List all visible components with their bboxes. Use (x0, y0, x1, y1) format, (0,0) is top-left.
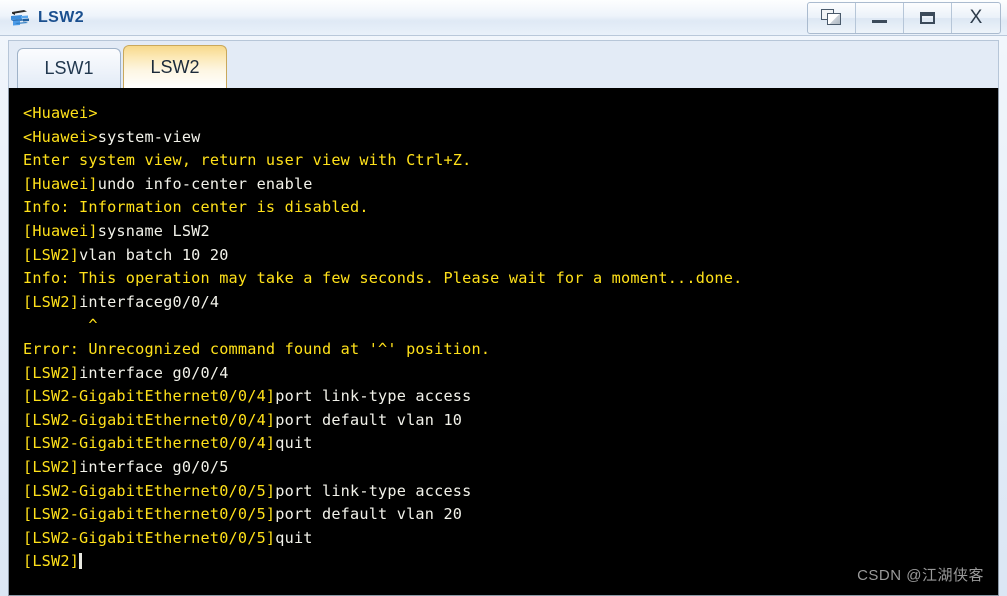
terminal-line: [LSW2-GigabitEthernet0/0/4]port link-typ… (23, 385, 998, 409)
cascade-windows-button[interactable] (808, 2, 856, 33)
terminal-text-prompt: [LSW2-GigabitEthernet0/0/5] (23, 505, 276, 524)
terminal-text-cmd: sysname LSW2 (97, 221, 210, 240)
terminal-line: [LSW2-GigabitEthernet0/0/5]quit (23, 527, 998, 551)
close-button[interactable]: X (952, 3, 1000, 33)
terminal-text-prompt: [LSW2] (23, 245, 80, 264)
terminal-text-prompt: [LSW2] (23, 363, 80, 382)
terminal-text-prompt: [Huawei] (23, 221, 98, 240)
terminal-line: [LSW2]vlan batch 10 20 (23, 244, 998, 268)
terminal-frame: <Huawei> <Huawei>system-view Enter system … (8, 88, 999, 596)
window-controls: X (807, 1, 1001, 34)
terminal-text-prompt: <Huawei> (23, 127, 98, 146)
terminal-text-cmd: quit (275, 528, 313, 547)
switch-icon (11, 9, 29, 25)
minimize-button[interactable] (856, 2, 904, 33)
terminal-text-prompt: [LSW2-GigabitEthernet0/0/5] (23, 528, 276, 547)
terminal-output[interactable]: <Huawei> <Huawei>system-view Enter system … (9, 88, 998, 595)
terminal-line: ^ (23, 314, 998, 338)
terminal-line: <Huawei> (23, 102, 998, 126)
terminal-text-out: Enter system view, return user view with… (23, 151, 472, 170)
terminal-text-prompt: [LSW2-GigabitEthernet0/0/4] (23, 387, 276, 406)
terminal-line: Error: Unrecognized command found at '^'… (23, 338, 998, 362)
terminal-text-cmd: port default vlan 20 (275, 505, 463, 524)
cascade-windows-icon (821, 9, 842, 26)
terminal-text-cmd: system-view (97, 127, 201, 146)
text-cursor (79, 553, 83, 570)
terminal-text-caret: ^ (23, 316, 98, 335)
maximize-button[interactable] (904, 2, 952, 33)
terminal-text-prompt: [LSW2] (23, 552, 80, 571)
terminal-text-prompt: [Huawei] (23, 174, 98, 193)
terminal-line: Enter system view, return user view with… (23, 149, 998, 173)
terminal-text-out: Error: Unrecognized command found at '^'… (23, 339, 491, 358)
terminal-text-cmd: interfaceg0/0/4 (79, 292, 220, 311)
terminal-line: [LSW2-GigabitEthernet0/0/4]port default … (23, 409, 998, 433)
terminal-line: Info: This operation may take a few seco… (23, 267, 998, 291)
terminal-line: [LSW2]interfaceg0/0/4 (23, 291, 998, 315)
tab-lsw2-label: LSW2 (150, 56, 200, 77)
title-bar-left: LSW2 (0, 7, 807, 29)
terminal-line: [Huawei]sysname LSW2 (23, 220, 998, 244)
terminal-line: [Huawei]undo info-center enable (23, 173, 998, 197)
window-title: LSW2 (38, 8, 85, 26)
terminal-text-prompt: [LSW2-GigabitEthernet0/0/4] (23, 434, 276, 453)
terminal-line: [LSW2-GigabitEthernet0/0/5]port default … (23, 503, 998, 527)
tab-lsw1-label: LSW1 (44, 58, 94, 78)
title-bar: LSW2 X (0, 0, 1007, 36)
terminal-text-prompt: [LSW2] (23, 292, 80, 311)
minimize-icon (872, 19, 887, 23)
tab-lsw1[interactable]: LSW1 (17, 48, 121, 88)
terminal-line: [LSW2] (23, 550, 998, 574)
maximize-icon (920, 11, 935, 24)
tab-lsw2[interactable]: LSW2 (123, 45, 227, 88)
terminal-text-prompt: <Huawei> (23, 104, 98, 122)
terminal-text-out: Info: Information center is disabled. (23, 198, 369, 217)
terminal-text-cmd: port link-type access (275, 481, 472, 500)
terminal-line: [LSW2]interface g0/0/4 (23, 362, 998, 386)
terminal-text-out: Info: This operation may take a few seco… (23, 269, 743, 288)
terminal-text-cmd: undo info-center enable (97, 174, 313, 193)
terminal-text-cmd: port default vlan 10 (275, 410, 463, 429)
terminal-text-cmd: quit (275, 434, 313, 453)
terminal-text-cmd: interface g0/0/4 (79, 363, 229, 382)
terminal-line: <Huawei>system-view (23, 126, 998, 150)
terminal-text-prompt: [LSW2-GigabitEthernet0/0/5] (23, 481, 276, 500)
terminal-text-cmd: port link-type access (275, 387, 472, 406)
terminal-text-prompt: [LSW2-GigabitEthernet0/0/4] (23, 410, 276, 429)
terminal-text-cmd: interface g0/0/5 (79, 457, 229, 476)
tab-strip: LSW1 LSW2 (8, 40, 999, 88)
terminal-line: [LSW2]interface g0/0/5 (23, 456, 998, 480)
terminal-line: [LSW2-GigabitEthernet0/0/4]quit (23, 432, 998, 456)
terminal-text-prompt: [LSW2] (23, 457, 80, 476)
close-icon: X (969, 7, 983, 28)
terminal-line: Info: Information center is disabled. (23, 196, 998, 220)
terminal-line: [LSW2-GigabitEthernet0/0/5]port link-typ… (23, 480, 998, 504)
terminal-text-cmd: vlan batch 10 20 (79, 245, 229, 264)
ensp-cli-window: LSW2 X LSW1 LSW2 <Huawei> <Huawei>system… (0, 0, 1007, 596)
